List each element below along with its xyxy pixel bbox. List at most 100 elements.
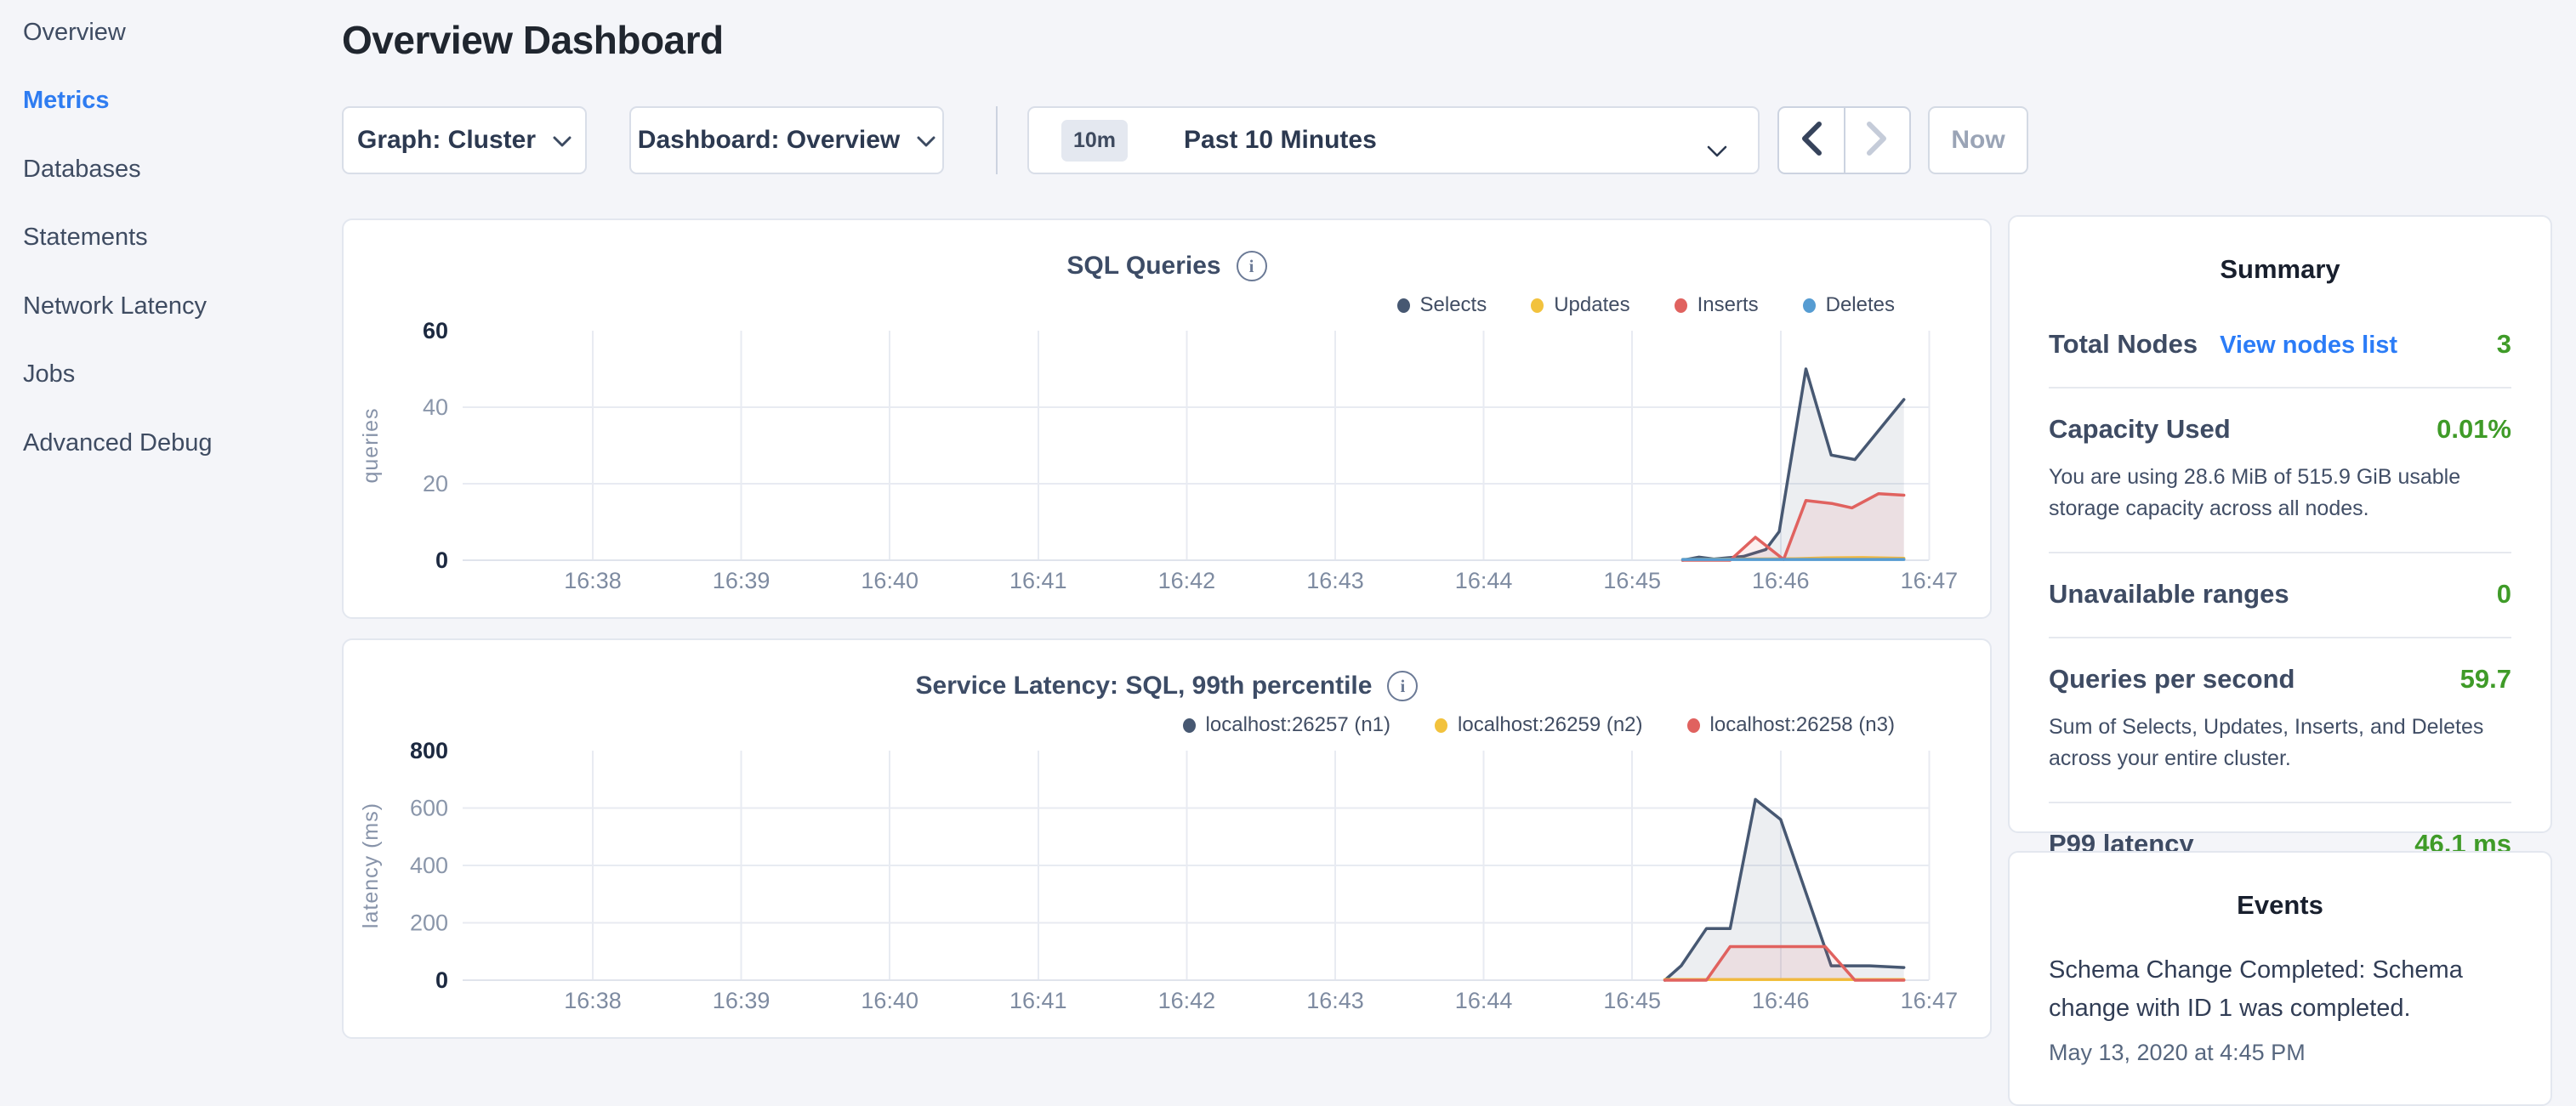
chart-legend: localhost:26257 (n1) localhost:26259 (n2)…	[1183, 713, 1895, 737]
chart-title-row: SQL Queries i	[344, 251, 1990, 281]
chart-title-row: Service Latency: SQL, 99th percentile i	[344, 671, 1990, 701]
legend-item: Inserts	[1675, 293, 1759, 317]
legend-dot	[1397, 298, 1410, 313]
summary-row-queries-per-second: Queries per second 59.7 Sum of Selects, …	[2049, 638, 2511, 803]
svg-text:16:47: 16:47	[1901, 988, 1959, 1013]
svg-text:400: 400	[410, 853, 448, 878]
svg-text:16:41: 16:41	[1009, 568, 1067, 593]
svg-text:16:46: 16:46	[1752, 988, 1810, 1013]
toolbar-divider	[996, 106, 998, 174]
chevron-down-icon	[553, 126, 571, 155]
svg-text:16:39: 16:39	[713, 988, 771, 1013]
svg-text:800: 800	[410, 738, 448, 763]
svg-text:16:38: 16:38	[564, 988, 622, 1013]
svg-text:16:46: 16:46	[1752, 568, 1810, 593]
chevron-left-icon	[1800, 121, 1823, 161]
svg-text:0: 0	[435, 967, 448, 993]
page-title: Overview Dashboard	[342, 17, 724, 63]
time-range-badge: 10m	[1061, 120, 1128, 162]
service-latency-chart-card: Service Latency: SQL, 99th percentile i …	[342, 638, 1992, 1039]
summary-row-unavailable-ranges: Unavailable ranges 0	[2049, 553, 2511, 638]
svg-text:200: 200	[410, 910, 448, 936]
next-time-window-button[interactable]	[1845, 108, 1910, 173]
svg-text:16:41: 16:41	[1009, 988, 1067, 1013]
svg-text:16:43: 16:43	[1306, 568, 1364, 593]
sidebar-item-advanced-debug[interactable]: Advanced Debug	[23, 409, 321, 478]
legend-label: Updates	[1554, 293, 1629, 317]
svg-text:600: 600	[410, 796, 448, 821]
svg-text:16:38: 16:38	[564, 568, 622, 593]
svg-text:60: 60	[423, 318, 448, 343]
summary-row-total-nodes: Total Nodes View nodes list 3	[2049, 303, 2511, 389]
legend-dot	[1531, 298, 1544, 313]
sidebar-item-jobs[interactable]: Jobs	[23, 341, 321, 410]
svg-text:16:45: 16:45	[1603, 988, 1661, 1013]
graph-scope-dropdown-label: Graph: Cluster	[357, 126, 536, 155]
legend-label: Deletes	[1826, 293, 1895, 317]
svg-text:16:40: 16:40	[861, 568, 918, 593]
sidebar-item-statements[interactable]: Statements	[23, 204, 321, 273]
time-window-stepper	[1777, 106, 1911, 174]
legend-item: localhost:26258 (n3)	[1687, 713, 1895, 737]
sidebar: Overview Metrics Databases Statements Ne…	[23, 0, 321, 478]
legend-label: localhost:26257 (n1)	[1206, 713, 1390, 737]
legend-item: localhost:26259 (n2)	[1435, 713, 1642, 737]
summary-row-value: 3	[2497, 329, 2511, 360]
now-button[interactable]: Now	[1928, 106, 2028, 174]
svg-text:16:44: 16:44	[1455, 988, 1513, 1013]
previous-time-window-button[interactable]	[1779, 108, 1845, 173]
legend-item: Updates	[1531, 293, 1629, 317]
svg-text:16:43: 16:43	[1306, 988, 1364, 1013]
time-range-dropdown[interactable]: 10m Past 10 Minutes	[1027, 106, 1760, 174]
svg-text:0: 0	[435, 547, 448, 573]
summary-row-label: Capacity Used	[2049, 414, 2231, 445]
summary-row-capacity-used: Capacity Used 0.01% You are using 28.6 M…	[2049, 389, 2511, 553]
summary-row-description: Sum of Selects, Updates, Inserts, and De…	[2049, 712, 2511, 774]
svg-text:40: 40	[423, 394, 448, 420]
legend-label: Inserts	[1697, 293, 1759, 317]
legend-dot	[1183, 718, 1196, 733]
summary-row-label: Queries per second	[2049, 664, 2295, 695]
chevron-right-icon	[1866, 121, 1889, 161]
legend-dot	[1675, 298, 1687, 313]
sidebar-item-network-latency[interactable]: Network Latency	[23, 272, 321, 341]
event-item-timestamp: May 13, 2020 at 4:45 PM	[2049, 1040, 2511, 1066]
legend-label: localhost:26258 (n3)	[1710, 713, 1895, 737]
svg-text:16:40: 16:40	[861, 988, 918, 1013]
svg-text:16:42: 16:42	[1158, 568, 1216, 593]
legend-item: localhost:26257 (n1)	[1183, 713, 1390, 737]
summary-row-label: Unavailable ranges	[2049, 579, 2289, 610]
chart-legend: Selects Updates Inserts Deletes	[1397, 293, 1896, 317]
dashboard-dropdown-label: Dashboard: Overview	[638, 126, 900, 155]
summary-title: Summary	[2049, 254, 2511, 285]
info-icon[interactable]: i	[1387, 671, 1418, 701]
graph-scope-dropdown[interactable]: Graph: Cluster	[342, 106, 587, 174]
svg-text:16:42: 16:42	[1158, 988, 1216, 1013]
time-range-label: Past 10 Minutes	[1184, 126, 1377, 155]
legend-label: Selects	[1420, 293, 1487, 317]
sidebar-item-overview[interactable]: Overview	[23, 0, 321, 67]
info-icon[interactable]: i	[1237, 251, 1267, 281]
sidebar-item-metrics[interactable]: Metrics	[23, 67, 321, 136]
svg-text:latency (ms): latency (ms)	[359, 803, 383, 928]
sql-queries-chart-card: SQL Queries i Selects Updates Inserts Delet…	[342, 218, 1992, 619]
svg-text:16:47: 16:47	[1901, 568, 1959, 593]
sidebar-item-databases[interactable]: Databases	[23, 135, 321, 204]
svg-text:16:39: 16:39	[713, 568, 771, 593]
svg-text:queries: queries	[359, 408, 383, 484]
events-panel: Events Schema Change Completed: Schema c…	[2008, 851, 2552, 1106]
summary-panel: Summary Total Nodes View nodes list 3 Ca…	[2008, 215, 2552, 833]
view-nodes-list-link[interactable]: View nodes list	[2220, 332, 2397, 360]
legend-item: Selects	[1397, 293, 1487, 317]
summary-row-label: Total Nodes	[2049, 329, 2198, 360]
chart-title: Service Latency: SQL, 99th percentile	[916, 672, 1373, 700]
events-title: Events	[2049, 890, 2511, 921]
svg-text:20: 20	[423, 471, 448, 496]
chevron-down-icon	[1707, 136, 1727, 165]
summary-row-value: 59.7	[2460, 664, 2511, 695]
legend-dot	[1435, 718, 1447, 733]
event-item-text[interactable]: Schema Change Completed: Schema change w…	[2049, 951, 2511, 1028]
summary-row-value: 0	[2497, 579, 2511, 610]
chevron-down-icon	[917, 126, 935, 155]
dashboard-dropdown[interactable]: Dashboard: Overview	[629, 106, 944, 174]
